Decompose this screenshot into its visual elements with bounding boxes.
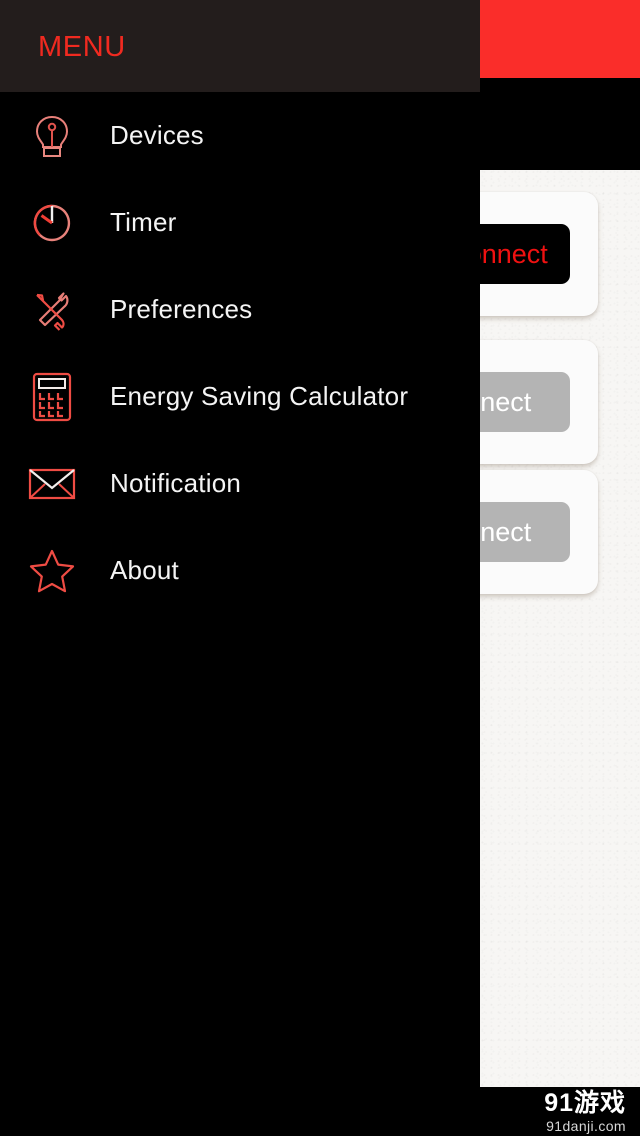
watermark-logo: 91游戏 bbox=[544, 1088, 626, 1117]
menu-item-label: Devices bbox=[110, 120, 204, 150]
star-icon bbox=[26, 545, 78, 597]
lightbulb-icon bbox=[26, 110, 78, 162]
menu-list: Devices Timer Preferences Energy Saving … bbox=[0, 92, 480, 614]
menu-item-label: Timer bbox=[110, 207, 177, 237]
menu-item-label: About bbox=[110, 555, 179, 585]
tools-icon bbox=[26, 284, 78, 336]
envelope-icon bbox=[26, 458, 78, 510]
watermark-url: 91danji.com bbox=[546, 1117, 626, 1134]
side-menu-drawer: MENU Devices Timer Preferences Energy Sa… bbox=[0, 0, 480, 1136]
menu-item-timer[interactable]: Timer bbox=[0, 179, 480, 266]
menu-item-label: Notification bbox=[110, 468, 242, 498]
watermark: 91游戏 91danji.com bbox=[544, 1087, 626, 1136]
menu-item-label: Preferences bbox=[110, 294, 253, 324]
menu-item-notification[interactable]: Notification bbox=[0, 440, 480, 527]
timer-icon bbox=[26, 197, 78, 249]
app-screen: oup Disconnect Connect Connect MENU bbox=[0, 0, 640, 1136]
calculator-icon bbox=[26, 371, 78, 423]
menu-item-preferences[interactable]: Preferences bbox=[0, 266, 480, 353]
drawer-header: MENU bbox=[0, 0, 480, 92]
menu-heading: MENU bbox=[38, 31, 126, 63]
menu-item-energy-saving-calculator[interactable]: Energy Saving Calculator bbox=[0, 353, 480, 440]
menu-item-devices[interactable]: Devices bbox=[0, 92, 480, 179]
menu-item-about[interactable]: About bbox=[0, 527, 480, 614]
watermark-bar: 91游戏 91danji.com bbox=[0, 1087, 640, 1136]
menu-item-label: Energy Saving Calculator bbox=[110, 381, 409, 411]
